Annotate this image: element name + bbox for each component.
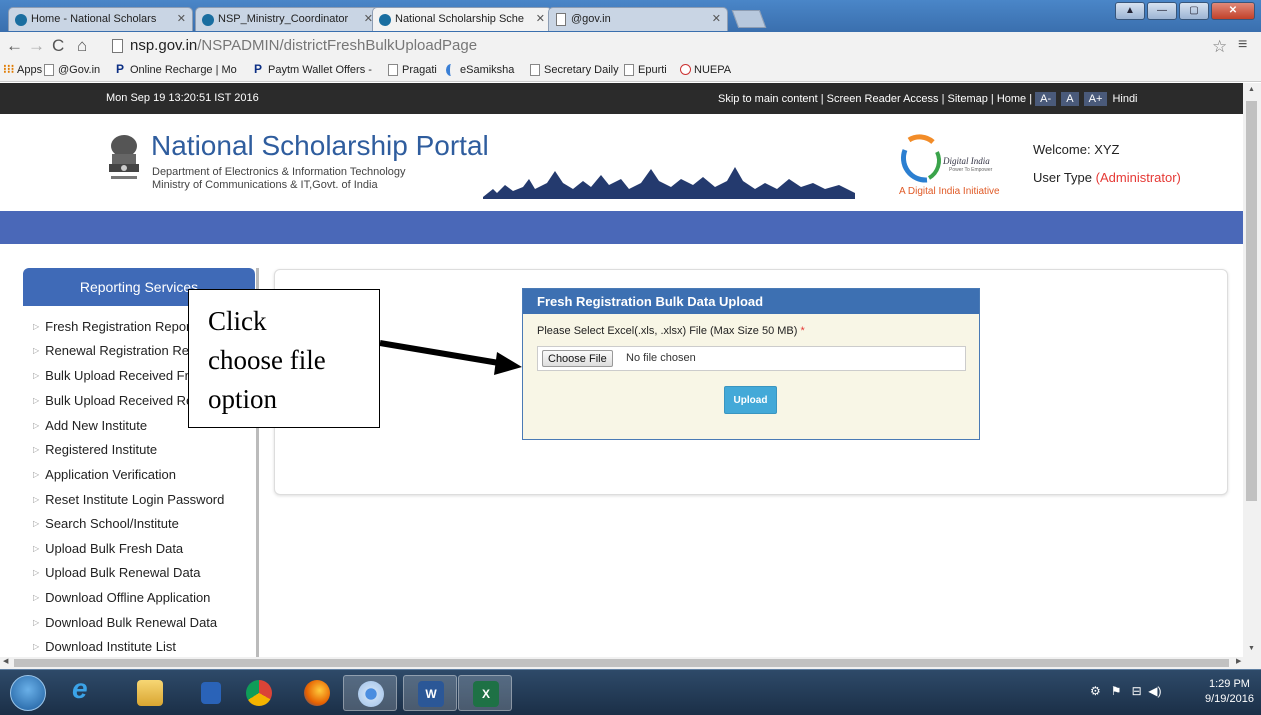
bookmark-item[interactable]: Secretary Daily <box>530 64 619 76</box>
browser-tab[interactable]: Home - National Scholars ✕ <box>8 7 193 31</box>
nuepa-icon <box>680 64 691 75</box>
scroll-down-icon[interactable]: ▼ <box>1248 645 1255 652</box>
browser-tab[interactable]: NSP_Ministry_Coordinator ✕ <box>195 7 380 31</box>
bookmark-item[interactable]: @Gov.in <box>44 64 100 76</box>
word-icon: W <box>418 681 444 707</box>
browser-toolbar: ← → C ⌂ nsp.gov.in/NSPADMIN/districtFres… <box>0 32 1261 60</box>
nsp-favicon-icon <box>202 14 214 26</box>
esamiksha-icon <box>446 64 456 76</box>
taskbar-firefox[interactable] <box>290 675 344 711</box>
page-info-icon <box>112 39 123 53</box>
taskbar-word[interactable]: W <box>403 675 457 711</box>
callout-arrow-icon <box>379 340 522 375</box>
bookmarks-bar: ⁝⁝⁝ Apps @Gov.in P Online Recharge | Mo PP… <box>0 60 1261 82</box>
system-tray: ⚙ ⚑ ⊟ ◀) <box>1090 684 1162 698</box>
browser-tab[interactable]: @gov.in ✕ <box>548 7 728 31</box>
bookmark-item[interactable]: Epurti <box>624 64 667 76</box>
scrollbar-thumb[interactable] <box>1246 101 1257 501</box>
network-status-icon[interactable]: ⚙ <box>1090 684 1101 698</box>
taskbar-excel[interactable]: X <box>458 675 512 711</box>
close-tab-icon[interactable]: ✕ <box>177 12 186 25</box>
bookmark-apps[interactable]: ⁝⁝⁝ Apps <box>3 62 42 76</box>
network-icon[interactable]: ⊟ <box>1132 684 1142 698</box>
bookmark-item[interactable]: eSamiksha <box>446 64 514 76</box>
browser-tab-active[interactable]: National Scholarship Sche ✕ <box>372 7 552 31</box>
nsp-favicon-icon <box>379 14 391 26</box>
page-icon <box>624 64 634 76</box>
close-tab-icon[interactable]: ✕ <box>712 12 721 25</box>
windows-taskbar: e W X ⚙ ⚑ ⊟ ◀) 1:29 PM 9/19/2016 <box>0 669 1261 715</box>
chrome-icon <box>358 681 384 707</box>
folder-icon <box>137 680 163 706</box>
horizontal-scrollbar[interactable]: ◀ ▶ <box>0 657 1261 669</box>
reload-icon[interactable]: C <box>52 36 64 56</box>
maximize-button[interactable]: ▢ <box>1179 2 1209 20</box>
bookmark-star-icon[interactable]: ☆ <box>1212 37 1227 57</box>
start-button[interactable] <box>10 675 46 711</box>
forward-icon[interactable]: → <box>28 36 45 56</box>
close-tab-icon[interactable]: ✕ <box>536 12 545 25</box>
browser-tabstrip: Home - National Scholars ✕ NSP_Ministry_… <box>0 0 1261 32</box>
nsp-favicon-icon <box>15 14 27 26</box>
taskbar-media-player[interactable] <box>184 675 238 711</box>
chrome-icon <box>246 680 272 706</box>
profile-icon[interactable]: ▲ <box>1115 2 1145 20</box>
scrollbar-thumb[interactable] <box>14 659 1229 667</box>
back-icon[interactable]: ← <box>6 36 23 56</box>
taskbar-chrome[interactable] <box>343 675 397 711</box>
scroll-left-icon[interactable]: ◀ <box>3 657 8 665</box>
scroll-right-icon[interactable]: ▶ <box>1236 657 1241 665</box>
page-icon <box>530 64 540 76</box>
bookmark-item[interactable]: P Paytm Wallet Offers - <box>254 62 372 76</box>
address-bar[interactable]: nsp.gov.in/NSPADMIN/districtFreshBulkUpl… <box>108 35 1198 57</box>
vertical-scrollbar[interactable]: ▲ ▼ <box>1243 83 1261 657</box>
firefox-icon <box>304 680 330 706</box>
page-icon <box>44 64 54 76</box>
bookmark-item[interactable]: Pragati <box>388 64 437 76</box>
bookmark-item[interactable]: P Online Recharge | Mo <box>116 62 237 76</box>
chrome-menu-icon[interactable]: ≡ <box>1238 36 1247 54</box>
new-tab-button[interactable] <box>731 10 767 28</box>
taskbar-ie[interactable]: e <box>58 673 112 711</box>
page-icon <box>556 13 566 26</box>
internet-explorer-icon: e <box>72 673 88 704</box>
excel-icon: X <box>473 681 499 707</box>
web-page: Mon Sep 19 13:20:51 IST 2016 Skip to mai… <box>0 83 1243 657</box>
minimize-button[interactable]: — <box>1147 2 1177 20</box>
paytm-icon: P <box>254 62 263 76</box>
bookmark-item[interactable]: NUEPA <box>680 64 731 76</box>
close-window-button[interactable]: ✕ <box>1211 2 1255 20</box>
action-center-flag-icon[interactable]: ⚑ <box>1111 684 1122 698</box>
taskbar-explorer[interactable] <box>123 675 177 711</box>
paytm-icon: P <box>116 62 125 76</box>
apps-grid-icon: ⁝⁝⁝ <box>3 62 15 76</box>
window-controls: ▲ — ▢ ✕ <box>1115 2 1255 20</box>
volume-icon[interactable]: ◀) <box>1148 684 1161 698</box>
system-clock[interactable]: 1:29 PM 9/19/2016 <box>1205 677 1254 707</box>
home-icon[interactable]: ⌂ <box>77 36 87 56</box>
taskbar-chrome-alt[interactable] <box>232 675 286 711</box>
media-player-icon <box>201 682 221 704</box>
scroll-up-icon[interactable]: ▲ <box>1248 86 1255 93</box>
page-icon <box>388 64 398 76</box>
